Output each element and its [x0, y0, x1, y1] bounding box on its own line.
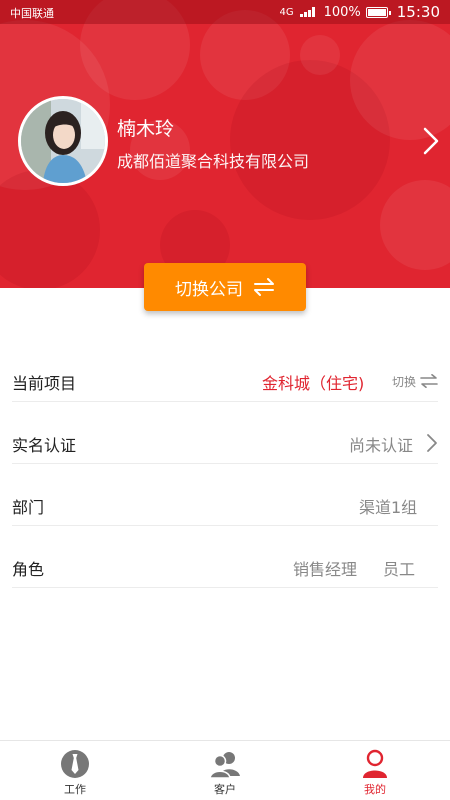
- bottom-tab-bar: 工作 客户 我的: [0, 740, 450, 800]
- network-type: 4G: [279, 6, 294, 18]
- chevron-right-icon[interactable]: [420, 124, 442, 158]
- role-value: 员工: [383, 560, 416, 579]
- tab-mine[interactable]: 我的: [300, 741, 450, 800]
- header-bubble: [300, 35, 340, 75]
- swap-icon[interactable]: [420, 374, 438, 388]
- role-label: 角色: [12, 560, 45, 579]
- header-bubble: [0, 170, 100, 288]
- avatar-portrait-icon: [21, 99, 105, 183]
- battery-percentage: 100%: [323, 4, 361, 20]
- current-project-value: 金科城（住宅): [262, 374, 365, 393]
- status-bar: 中国联通 4G 100% 15:30: [0, 0, 450, 24]
- swap-icon: [254, 278, 274, 296]
- role-value: 销售经理: [293, 560, 358, 579]
- customers-icon: [210, 752, 240, 779]
- verification-status: 尚未认证: [349, 436, 414, 455]
- status-time: 15:30: [396, 3, 440, 21]
- department-value: 渠道1组: [359, 498, 418, 517]
- company-name: 成都佰道聚合科技有限公司: [117, 152, 310, 171]
- user-name: 楠木玲: [117, 118, 175, 140]
- switch-company-button[interactable]: 切换公司: [144, 263, 306, 311]
- status-indicators: 4G 100% 15:30: [279, 3, 440, 21]
- department-row: 部门 渠道1组: [12, 492, 438, 526]
- user-icon: [363, 749, 387, 778]
- tab-label: 工作: [64, 783, 86, 796]
- current-project-row[interactable]: 当前项目 金科城（住宅) 切换: [12, 368, 438, 402]
- battery-icon: [365, 6, 391, 18]
- chevron-right-icon: [427, 434, 437, 452]
- tie-icon: [61, 750, 89, 778]
- switch-company-label: 切换公司: [175, 279, 243, 300]
- verification-row[interactable]: 实名认证 尚未认证: [12, 430, 438, 464]
- tab-label: 我的: [364, 783, 386, 796]
- tab-work[interactable]: 工作: [0, 741, 150, 800]
- carrier-name: 中国联通: [10, 7, 54, 20]
- header-bubble: [380, 180, 450, 270]
- current-project-label: 当前项目: [12, 374, 77, 393]
- verification-label: 实名认证: [12, 436, 77, 455]
- tab-customers[interactable]: 客户: [150, 741, 300, 800]
- department-label: 部门: [12, 498, 45, 517]
- role-row: 角色 销售经理 员工: [12, 554, 438, 588]
- signal-icon: [299, 7, 315, 17]
- profile-header: 中国联通 4G 100% 15:30 楠木玲 成都佰道聚合科技有限公司: [0, 0, 450, 288]
- tab-label: 客户: [214, 783, 236, 796]
- switch-project-link[interactable]: 切换: [392, 373, 416, 390]
- avatar[interactable]: [18, 96, 108, 186]
